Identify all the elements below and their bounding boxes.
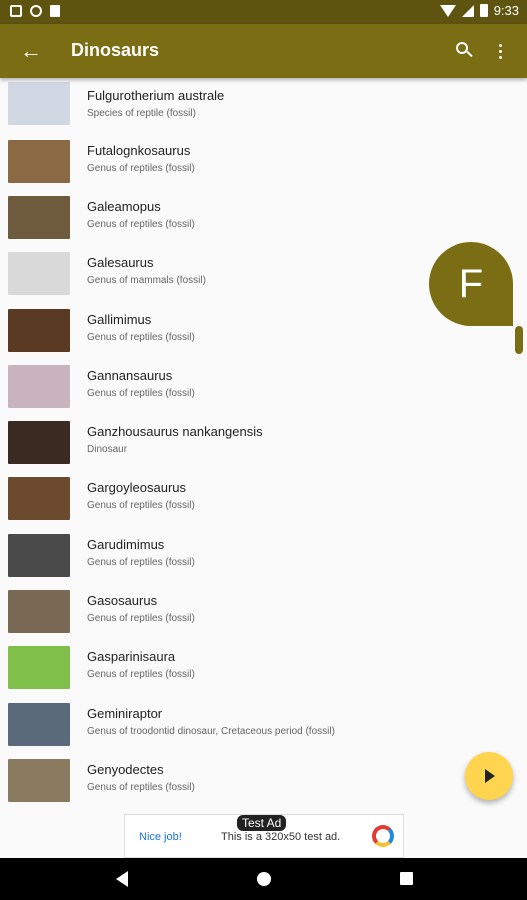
ad-nice-text: Nice job! (139, 831, 182, 843)
list-item[interactable]: Ganzhousaurus nankangensis Dinosaur (0, 415, 527, 471)
list-item[interactable]: Gasparinisaura Genus of reptiles (fossil… (0, 640, 527, 696)
notification-square-icon (10, 5, 22, 17)
thumbnail-image (8, 646, 70, 689)
fast-scroll-handle[interactable] (515, 326, 523, 354)
back-arrow-icon[interactable]: ← (16, 36, 46, 66)
notification-circle-icon (30, 5, 42, 17)
item-title: Futalognkosaurus (87, 143, 191, 158)
wifi-icon (439, 4, 456, 17)
thumbnail-image (8, 534, 70, 577)
item-title: Geminiraptor (87, 706, 163, 721)
thumbnail-image (8, 590, 70, 633)
item-subtitle: Genus of reptiles (fossil) (87, 613, 195, 624)
item-subtitle: Genus of reptiles (fossil) (87, 388, 195, 399)
thumbnail-image (8, 759, 70, 802)
sd-card-icon (50, 5, 60, 17)
play-button[interactable] (465, 752, 513, 800)
item-subtitle: Genus of troodontid dinosaur, Cretaceous… (87, 726, 335, 737)
item-title: Gargoyleosaurus (87, 480, 186, 495)
system-icons: 9:33 (439, 3, 519, 18)
dinosaur-list[interactable]: Fulgurotherium australe Species of repti… (0, 78, 527, 808)
item-title: Gasparinisaura (87, 649, 176, 664)
list-item[interactable]: Gasosaurus Genus of reptiles (fossil) (0, 584, 527, 640)
test-ad-label: Test Ad (237, 815, 287, 831)
item-subtitle: Genus of reptiles (fossil) (87, 332, 195, 343)
status-time: 9:33 (493, 3, 519, 18)
more-options-icon[interactable] (485, 36, 515, 66)
search-icon[interactable] (449, 36, 479, 66)
thumbnail-image (8, 703, 70, 746)
nav-back-icon[interactable] (116, 871, 128, 887)
navigation-bar (0, 858, 527, 900)
thumbnail-image (8, 82, 70, 125)
item-title: Garudimimus (87, 537, 165, 552)
app-bar: ← Dinosaurs (0, 24, 527, 78)
notification-icons (10, 5, 60, 17)
thumbnail-image (8, 309, 70, 352)
item-subtitle: Genus of reptiles (fossil) (87, 557, 195, 568)
thumbnail-image (8, 252, 70, 295)
item-title: Galesaurus (87, 255, 154, 270)
thumbnail-image (8, 140, 70, 183)
list-item[interactable]: Geminiraptor Genus of troodontid dinosau… (0, 697, 527, 753)
thumbnail-image (8, 365, 70, 408)
signal-icon (461, 4, 474, 17)
item-title: Gallimimus (87, 312, 152, 327)
item-title: Ganzhousaurus nankangensis (87, 424, 263, 439)
item-subtitle: Genus of reptiles (fossil) (87, 219, 195, 230)
nav-home-icon[interactable] (257, 872, 271, 886)
battery-icon (479, 4, 488, 17)
play-icon (485, 769, 495, 783)
item-subtitle: Genus of reptiles (fossil) (87, 500, 195, 511)
list-item[interactable]: Gannansaurus Genus of reptiles (fossil) (0, 359, 527, 415)
item-subtitle: Genus of mammals (fossil) (87, 275, 206, 286)
fast-scroll-letter-bubble: F (429, 242, 513, 326)
item-subtitle: Dinosaur (87, 444, 128, 455)
item-subtitle: Genus of reptiles (fossil) (87, 782, 195, 793)
item-title: Gasosaurus (87, 593, 158, 608)
list-item[interactable]: Garudimimus Genus of reptiles (fossil) (0, 528, 527, 584)
ad-logo-icon (372, 825, 394, 847)
thumbnail-image (8, 421, 70, 464)
item-subtitle: Genus of reptiles (fossil) (87, 669, 195, 680)
status-bar: 9:33 (0, 0, 527, 24)
nav-recents-icon[interactable] (400, 872, 413, 885)
list-item[interactable]: Fulgurotherium australe Species of repti… (0, 78, 527, 134)
thumbnail-image (8, 477, 70, 520)
item-subtitle: Genus of reptiles (fossil) (87, 163, 195, 174)
list-item[interactable]: Galeamopus Genus of reptiles (fossil) (0, 190, 527, 246)
item-title: Genyodectes (87, 762, 164, 777)
list-item[interactable]: Futalognkosaurus Genus of reptiles (foss… (0, 134, 527, 190)
page-title: Dinosaurs (71, 40, 160, 60)
item-title: Fulgurotherium australe (87, 88, 225, 103)
thumbnail-image (8, 196, 70, 239)
item-title: Gannansaurus (87, 368, 173, 383)
list-item[interactable]: Gargoyleosaurus Genus of reptiles (fossi… (0, 471, 527, 527)
item-title: Galeamopus (87, 199, 161, 214)
item-subtitle: Species of reptile (fossil) (87, 108, 196, 119)
ad-body-text: This is a 320x50 test ad. (221, 831, 341, 843)
list-item[interactable]: Genyodectes Genus of reptiles (fossil) (0, 753, 527, 808)
